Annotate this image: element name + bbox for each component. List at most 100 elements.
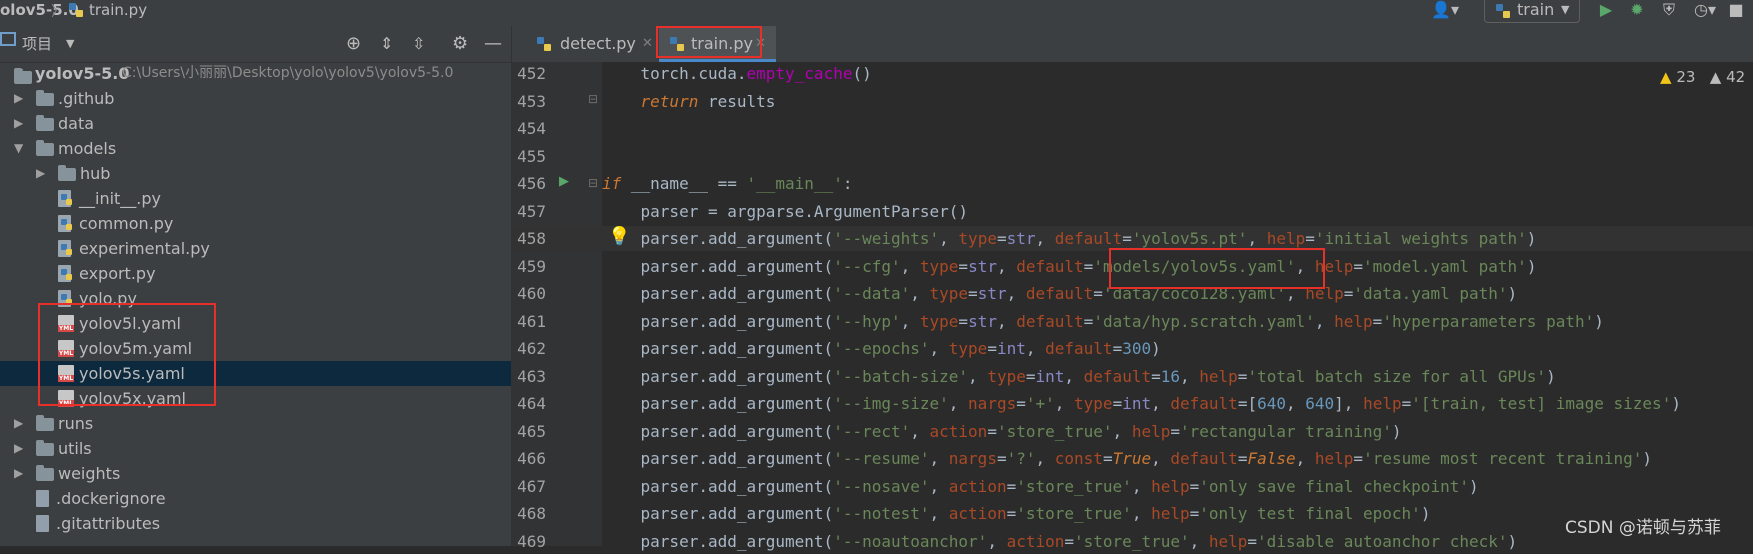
- line-number: 461: [517, 311, 546, 331]
- run-gutter-icon[interactable]: ▶: [559, 174, 569, 189]
- tree-item-label: .dockerignore: [56, 489, 166, 508]
- folder-icon: [36, 440, 54, 456]
- user-icon[interactable]: 👤▾: [1428, 0, 1462, 20]
- tree-row[interactable]: .gitattributes: [0, 511, 511, 536]
- code-line[interactable]: parser.add_argument('--data', type=str, …: [602, 282, 1518, 306]
- python-file-icon: [58, 190, 72, 207]
- chevron-down-icon[interactable]: ▼: [14, 136, 23, 161]
- tab-label: detect.py: [560, 34, 636, 53]
- tree-row[interactable]: ▶ data: [0, 111, 511, 136]
- project-view-icon: [0, 32, 16, 46]
- tree-item-label: .gitattributes: [56, 514, 161, 533]
- line-number: 465: [517, 421, 546, 441]
- annotation-box-cfg-default: [1109, 248, 1325, 289]
- tree-item-label: weights: [58, 464, 121, 483]
- debug-icon[interactable]: ✹: [1626, 0, 1648, 20]
- tree-row[interactable]: .dockerignore: [0, 486, 511, 511]
- folder-icon: [36, 465, 54, 481]
- fold-marker-icon[interactable]: ⊟: [588, 92, 598, 106]
- code-line[interactable]: parser.add_argument('--epochs', type=int…: [602, 337, 1161, 361]
- breadcrumb-file[interactable]: train.py: [89, 0, 147, 20]
- code-line[interactable]: parser.add_argument('--resume', nargs='?…: [602, 447, 1653, 471]
- project-panel-header: 项目 ▼ ⊕ ⇕ ⇳ ⚙ —: [0, 26, 511, 63]
- gear-icon[interactable]: ⚙: [452, 26, 468, 62]
- run-icon[interactable]: ▶: [1596, 0, 1616, 20]
- code-line[interactable]: parser.add_argument('--batch-size', type…: [602, 365, 1556, 389]
- line-number: 454: [517, 119, 546, 138]
- fold-marker-icon[interactable]: ⊟: [588, 176, 598, 190]
- line-number: 466: [517, 449, 546, 468]
- tree-item-label: utils: [58, 439, 92, 458]
- stop-icon[interactable]: ■: [1726, 0, 1746, 20]
- tree-row-root[interactable]: ▼ yolov5-5.0 C:\Users\小丽丽\Desktop\yolo\y…: [0, 61, 511, 86]
- project-view-title[interactable]: 项目: [22, 26, 52, 62]
- tree-row[interactable]: ▶ runs: [0, 411, 511, 436]
- tree-item-label: experimental.py: [79, 239, 210, 258]
- chevron-right-icon[interactable]: ▶: [14, 436, 23, 461]
- tree-item-label: __init__.py: [79, 189, 162, 208]
- folder-icon: [36, 140, 54, 156]
- tree-row[interactable]: common.py: [0, 211, 511, 236]
- code-line[interactable]: parser.add_argument('--weights', type=st…: [602, 227, 1537, 251]
- coverage-icon[interactable]: ⛨: [1658, 0, 1680, 20]
- run-configuration-select[interactable]: train ▼: [1484, 0, 1580, 23]
- minimize-icon[interactable]: —: [484, 26, 502, 62]
- root-folder-path: C:\Users\小丽丽\Desktop\yolo\yolov5\yolov5-…: [122, 65, 454, 81]
- inspection-widget[interactable]: ▲ 23 ▲ 42: [1660, 68, 1745, 86]
- annotation-box-train-tab: [656, 26, 762, 58]
- tree-row[interactable]: export.py: [0, 261, 511, 286]
- code-line[interactable]: parser.add_argument('--img-size', nargs=…: [602, 392, 1681, 416]
- warning-count: 23: [1676, 68, 1696, 86]
- tree-row[interactable]: ▶ weights: [0, 461, 511, 486]
- code-line[interactable]: parser = argparse.ArgumentParser(): [602, 200, 969, 224]
- tree-row[interactable]: ▶ utils: [0, 436, 511, 461]
- code-line[interactable]: torch.cuda.empty_cache(): [602, 62, 872, 86]
- chevron-right-icon[interactable]: ▶: [14, 86, 23, 111]
- tab-detect[interactable]: detect.py ✕: [524, 26, 659, 62]
- chevron-right-icon[interactable]: ▶: [14, 111, 23, 136]
- code-line[interactable]: if __name__ == '__main__':: [602, 172, 852, 196]
- tree-item-label: models: [58, 139, 117, 158]
- code-line[interactable]: return results: [602, 90, 776, 114]
- navigation-bar: olov5-5.0 〉 train.py 👤▾ train ▼ ▶ ✹ ⛨ ◷▾…: [0, 0, 1753, 27]
- line-number: 459: [517, 256, 546, 276]
- collapse-all-icon[interactable]: ⇳: [412, 26, 425, 62]
- code-line[interactable]: parser.add_argument('--hyp', type=str, d…: [602, 310, 1604, 334]
- tree-item-label: data: [58, 114, 95, 133]
- tree-row[interactable]: ▼ models: [0, 136, 511, 161]
- tree-item-label: export.py: [79, 264, 156, 283]
- python-file-icon: [537, 37, 551, 51]
- tree-item-label: .github: [58, 89, 115, 108]
- expand-all-icon[interactable]: ⇕: [380, 26, 393, 62]
- line-number: 467: [517, 476, 546, 496]
- python-file-icon: [58, 265, 72, 282]
- line-number: 463: [517, 366, 546, 386]
- folder-icon: [36, 115, 54, 131]
- line-number: 469: [517, 531, 546, 551]
- close-icon[interactable]: ✕: [642, 26, 653, 62]
- breadcrumb-project[interactable]: olov5-5.0: [0, 0, 79, 20]
- code-line[interactable]: parser.add_argument('--rect', action='st…: [602, 420, 1402, 444]
- python-file-icon: [69, 3, 83, 17]
- root-folder-name: yolov5-5.0: [35, 64, 130, 83]
- tree-row[interactable]: __init__.py: [0, 186, 511, 211]
- run-config-label: train: [1517, 0, 1555, 19]
- code-line[interactable]: parser.add_argument('--noautoanchor', ac…: [602, 530, 1518, 554]
- profile-icon[interactable]: ◷▾: [1690, 0, 1720, 20]
- chevron-right-icon[interactable]: ▶: [14, 461, 23, 486]
- lightbulb-icon[interactable]: 💡: [608, 226, 630, 247]
- warning-icon: ▲: [1660, 68, 1672, 86]
- code-line[interactable]: parser.add_argument('--nosave', action='…: [602, 475, 1479, 499]
- chevron-down-icon[interactable]: ▼: [66, 26, 74, 62]
- annotation-box-yaml-files: [38, 303, 216, 406]
- tree-row[interactable]: ▶ .github: [0, 86, 511, 111]
- chevron-right-icon[interactable]: ▶: [14, 411, 23, 436]
- line-number: 457: [517, 201, 546, 221]
- weak-warning-icon: ▲: [1709, 68, 1722, 86]
- tree-row[interactable]: ▶ hub: [0, 161, 511, 186]
- code-line[interactable]: parser.add_argument('--notest', action='…: [602, 502, 1431, 526]
- locate-icon[interactable]: ⊕: [346, 26, 361, 62]
- chevron-right-icon[interactable]: ▶: [36, 161, 45, 186]
- tree-row[interactable]: experimental.py: [0, 236, 511, 261]
- code-line[interactable]: parser.add_argument('--cfg', type=str, d…: [602, 255, 1537, 279]
